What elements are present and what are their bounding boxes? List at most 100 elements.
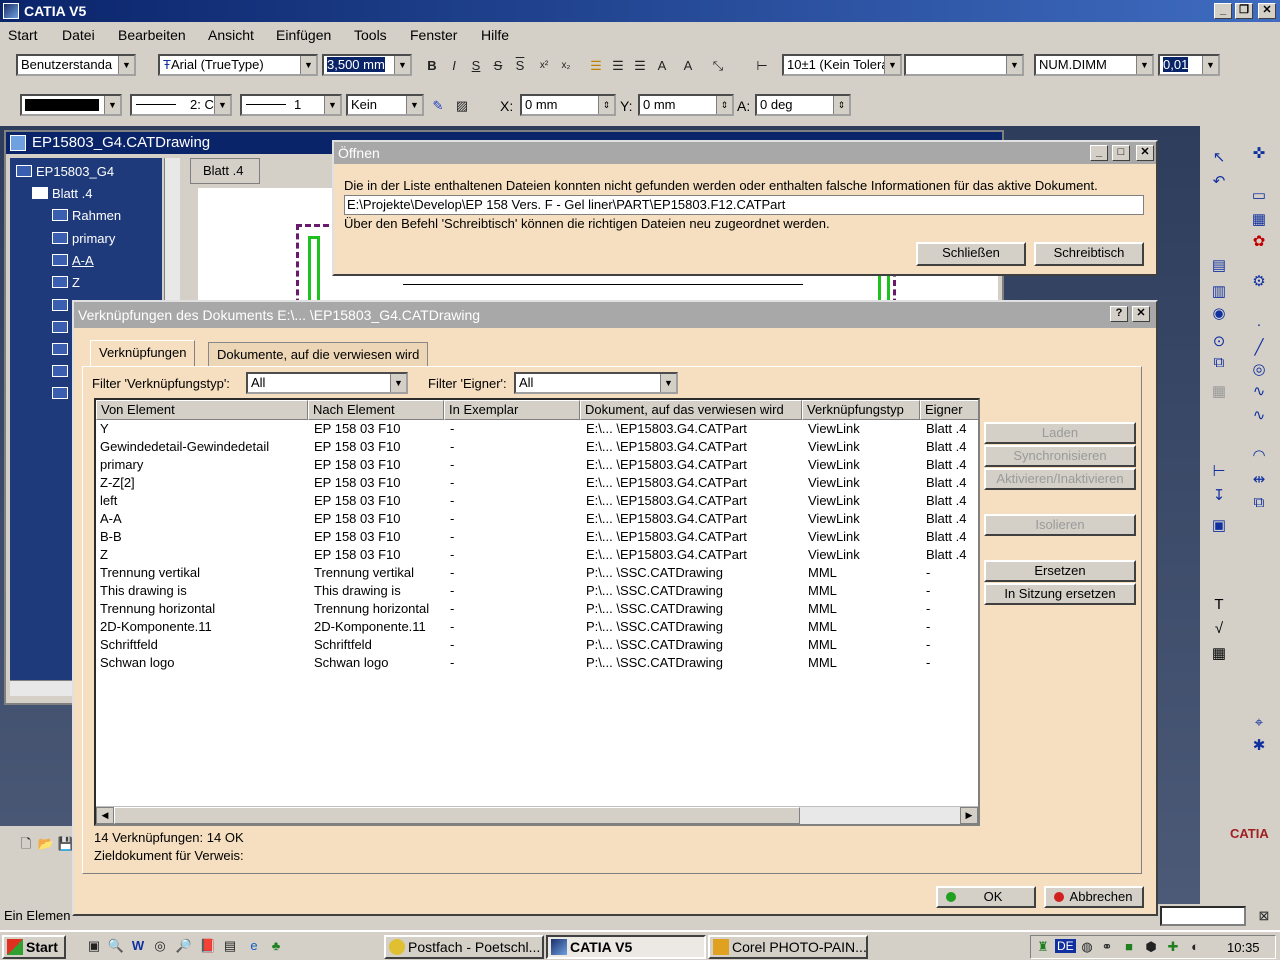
table-row[interactable]: Z-Z[2] EP 158 03 F10 - E:\... \EP15803.G4.C… [96,474,976,492]
tree-item-sheet[interactable]: Blatt .4 [32,186,92,201]
synchronize-button[interactable]: Synchronisieren [984,445,1136,467]
tree-icon[interactable]: ♣ [266,936,286,956]
cancel-button[interactable]: Abbrechen [1044,886,1144,908]
subscript-icon[interactable]: x₂ [556,56,576,76]
replace-in-session-button[interactable]: In Sitzung ersetzen [984,583,1136,605]
tab-referenced-documents[interactable]: Dokumente, auf die verwiesen wird [208,342,429,366]
book-icon[interactable]: 📕 [198,936,218,956]
roughness-icon[interactable]: √ [1208,620,1230,640]
spinner-icon[interactable]: ⇕ [833,96,849,114]
align-left-icon[interactable]: ☰ [586,56,606,76]
anchor-icon[interactable]: ⤡ [708,56,728,76]
menu-start[interactable]: Start [8,27,38,43]
restore-icon[interactable]: ❐ [1235,3,1253,19]
text-frame-alt-icon[interactable]: A [678,56,698,76]
table-row[interactable]: Trennung horizontal Trennung horizontal - P… [96,600,976,618]
view-create-icon[interactable]: ▤ [1208,256,1230,276]
curve-icon[interactable]: ∿ [1248,406,1270,426]
break-icon[interactable]: ⧉ [1208,354,1230,374]
chevron-down-icon[interactable]: ▼ [660,374,676,392]
rectangle-icon[interactable]: ▭ [1248,186,1270,206]
chevron-down-icon[interactable]: ▼ [884,56,900,74]
tree-item-a-a[interactable]: A-A [52,253,94,268]
internet-explorer-icon[interactable]: e [244,936,264,956]
explorer-icon[interactable]: 🔍 [106,936,126,956]
chevron-down-icon[interactable]: ▼ [406,96,422,114]
angle-field[interactable]: 0 deg ⇕ [755,94,851,116]
clipping-icon[interactable]: ⊙ [1208,332,1230,352]
chevron-down-icon[interactable]: ▼ [214,96,230,114]
links-hscrollbar[interactable]: ◀ ▶ [96,806,978,824]
calculator-icon[interactable]: ▤ [220,936,240,956]
task-catia[interactable]: CATIA V5 [546,935,706,959]
chevron-down-icon[interactable]: ▼ [1136,56,1152,74]
task-outlook[interactable]: Postfach - Poetschl... [384,935,544,959]
maximize-icon[interactable]: □ [1112,145,1130,161]
font-combo[interactable]: ŦArial (TrueType) ▼ [158,54,318,76]
missing-file-path[interactable]: E:\Projekte\Develop\EP 158 Vers. F - Gel… [344,195,1144,215]
thickness-combo[interactable]: 1 ▼ [240,94,342,116]
tab-links[interactable]: Verknüpfungen [90,340,196,366]
isolate-button[interactable]: Isolieren [984,514,1136,536]
links-table[interactable]: Von Element Nach Element In Exemplar Dok… [94,398,980,826]
scroll-right-icon[interactable]: ▶ [960,807,978,824]
italic-icon[interactable]: I [444,56,464,76]
tree-item-primary[interactable]: primary [52,231,115,246]
chevron-down-icon[interactable]: ▼ [104,96,120,114]
start-button[interactable]: Start [2,935,66,959]
table-row[interactable]: Z EP 158 03 F10 - E:\... \EP15803.G4.CATPar… [96,546,976,564]
align-right-icon[interactable]: ☰ [630,56,650,76]
close-icon[interactable]: ✕ [1132,306,1150,322]
point-icon[interactable]: · [1248,316,1270,336]
axis-icon[interactable]: ⌖ [1248,714,1270,734]
command-input[interactable] [1160,906,1246,926]
tray-shield-icon[interactable]: ✚ [1163,937,1183,957]
table-row[interactable]: Y EP 158 03 F10 - E:\... \EP15803.G4.CATPar… [96,420,976,438]
num-format-combo[interactable]: NUM.DIMM ▼ [1034,54,1154,76]
chevron-down-icon[interactable]: ▼ [394,56,410,74]
word-icon[interactable]: W [128,936,148,956]
datum-icon[interactable]: ▣ [1208,516,1230,536]
blank-combo[interactable]: ▼ [904,54,1024,76]
chevron-down-icon[interactable]: ▼ [300,56,316,74]
table-row[interactable]: This drawing is This drawing is - P:\... \S… [96,582,976,600]
spinner-icon[interactable]: ⇕ [716,96,732,114]
underline-icon[interactable]: S [466,56,486,76]
scroll-left-icon[interactable]: ◀ [96,807,114,824]
minimize-icon[interactable]: _ [1090,145,1108,161]
menu-ansicht[interactable]: Ansicht [208,27,254,43]
precision-combo[interactable]: 0,01 ▼ [1158,54,1220,76]
tool-icon[interactable]: ⚙ [1248,272,1270,292]
x-field[interactable]: 0 mm ⇕ [520,94,616,116]
menu-bearbeiten[interactable]: Bearbeiten [118,27,186,43]
style-combo[interactable]: Benutzerstanda ▼ [16,54,136,76]
text-frame-icon[interactable]: A [652,56,672,76]
col-from-element[interactable]: Von Element [96,400,308,420]
col-owner[interactable]: Eigner [920,400,978,420]
circle-icon[interactable]: ◎ [1248,360,1270,380]
tree-item-hidden-5[interactable] [52,386,72,401]
strikethrough-icon[interactable]: S [488,56,508,76]
menu-einfuegen[interactable]: Einfügen [276,27,331,43]
overline-icon[interactable]: S [510,56,530,76]
spline-icon[interactable]: ∿ [1248,382,1270,402]
tree-root[interactable]: EP15803_G4 [16,164,114,179]
table-row[interactable]: 2D-Komponente.11 2D-Komponente.11 - P:\... … [96,618,976,636]
align-center-icon[interactable]: ☰ [608,56,628,76]
chevron-down-icon[interactable]: ▼ [390,374,406,392]
replace-button[interactable]: Ersetzen [984,560,1136,582]
select-icon[interactable]: ↖ [1208,148,1230,168]
grid-icon[interactable]: ▦ [1248,210,1270,230]
section-icon[interactable]: ▥ [1208,282,1230,302]
command-icon[interactable]: ⊠ [1254,906,1274,926]
quicklaunch-icon[interactable]: ◎ [150,936,170,956]
menu-fenster[interactable]: Fenster [410,27,457,43]
font-size-combo[interactable]: 3,500 mm ▼ [322,54,412,76]
filter-owner-select[interactable]: All ▼ [514,372,678,394]
language-indicator[interactable]: DE [1055,939,1076,953]
col-to-element[interactable]: Nach Element [308,400,444,420]
tray-network-icon[interactable]: ⚭ [1097,937,1117,957]
col-link-type[interactable]: Verknüpfungstyp [802,400,920,420]
table-row[interactable]: Gewindedetail-Gewindedetail EP 158 03 F10… [96,438,976,456]
table-row[interactable]: B-B EP 158 03 F10 - E:\... \EP15803.G4.CATP… [96,528,976,546]
